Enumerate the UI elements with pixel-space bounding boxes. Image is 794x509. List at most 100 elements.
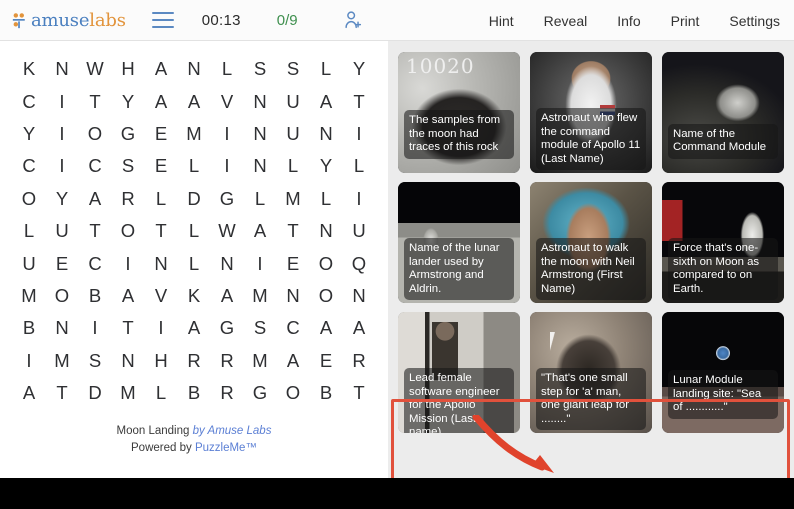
grid-cell-r9-c3[interactable]: N bbox=[112, 345, 145, 377]
grid-cell-r1-c1[interactable]: I bbox=[46, 85, 79, 117]
grid-cell-r7-c4[interactable]: V bbox=[145, 280, 178, 312]
menu-item-hint[interactable]: Hint bbox=[489, 13, 514, 29]
grid-cell-r5-c3[interactable]: O bbox=[112, 215, 145, 247]
grid-cell-r7-c1[interactable]: O bbox=[46, 280, 79, 312]
grid-cell-r9-c6[interactable]: R bbox=[211, 345, 244, 377]
grid-cell-r4-c4[interactable]: L bbox=[145, 183, 178, 215]
grid-cell-r2-c0[interactable]: Y bbox=[13, 118, 46, 150]
grid-cell-r1-c0[interactable]: C bbox=[13, 85, 46, 117]
grid-cell-r7-c9[interactable]: O bbox=[310, 280, 343, 312]
grid-cell-r5-c5[interactable]: L bbox=[178, 215, 211, 247]
grid-cell-r3-c8[interactable]: L bbox=[277, 150, 310, 182]
grid-cell-r6-c1[interactable]: E bbox=[46, 247, 79, 279]
grid-cell-r6-c0[interactable]: U bbox=[13, 247, 46, 279]
grid-cell-r0-c7[interactable]: S bbox=[244, 53, 277, 85]
grid-cell-r0-c0[interactable]: K bbox=[13, 53, 46, 85]
grid-cell-r6-c3[interactable]: I bbox=[112, 247, 145, 279]
grid-cell-r6-c6[interactable]: N bbox=[211, 247, 244, 279]
grid-cell-r2-c5[interactable]: M bbox=[178, 118, 211, 150]
grid-cell-r10-c0[interactable]: A bbox=[13, 377, 46, 409]
grid-cell-r9-c10[interactable]: R bbox=[343, 345, 376, 377]
grid-cell-r7-c5[interactable]: K bbox=[178, 280, 211, 312]
grid-cell-r5-c4[interactable]: T bbox=[145, 215, 178, 247]
menu-item-reveal[interactable]: Reveal bbox=[544, 13, 588, 29]
grid-cell-r6-c8[interactable]: E bbox=[277, 247, 310, 279]
grid-cell-r4-c5[interactable]: D bbox=[178, 183, 211, 215]
grid-cell-r8-c0[interactable]: B bbox=[13, 312, 46, 344]
grid-cell-r8-c5[interactable]: A bbox=[178, 312, 211, 344]
grid-cell-r7-c2[interactable]: B bbox=[79, 280, 112, 312]
grid-cell-r5-c9[interactable]: N bbox=[310, 215, 343, 247]
wordsearch-grid[interactable]: KNWHANLSSLYCITYAAVNUATYIOGEMINUNICICSELI… bbox=[13, 53, 376, 409]
clue-card-2[interactable]: Astronaut who flew the command module of… bbox=[530, 52, 652, 173]
grid-cell-r6-c10[interactable]: Q bbox=[343, 247, 376, 279]
grid-cell-r6-c5[interactable]: L bbox=[178, 247, 211, 279]
grid-cell-r4-c1[interactable]: Y bbox=[46, 183, 79, 215]
grid-cell-r0-c9[interactable]: L bbox=[310, 53, 343, 85]
grid-cell-r9-c0[interactable]: I bbox=[13, 345, 46, 377]
grid-cell-r2-c3[interactable]: G bbox=[112, 118, 145, 150]
grid-cell-r4-c2[interactable]: A bbox=[79, 183, 112, 215]
clue-card-7[interactable]: Lead female software engineer for the Ap… bbox=[398, 312, 520, 433]
grid-cell-r4-c6[interactable]: G bbox=[211, 183, 244, 215]
clue-card-5[interactable]: Astronaut to walk the moon with Neil Arm… bbox=[530, 182, 652, 303]
add-person-icon[interactable] bbox=[342, 9, 364, 31]
grid-cell-r0-c1[interactable]: N bbox=[46, 53, 79, 85]
grid-cell-r10-c1[interactable]: T bbox=[46, 377, 79, 409]
grid-cell-r10-c4[interactable]: L bbox=[145, 377, 178, 409]
grid-cell-r3-c7[interactable]: N bbox=[244, 150, 277, 182]
grid-cell-r4-c3[interactable]: R bbox=[112, 183, 145, 215]
clue-card-1[interactable]: The samples from the moon had traces of … bbox=[398, 52, 520, 173]
grid-cell-r1-c4[interactable]: A bbox=[145, 85, 178, 117]
grid-cell-r9-c8[interactable]: A bbox=[277, 345, 310, 377]
grid-cell-r7-c10[interactable]: N bbox=[343, 280, 376, 312]
grid-cell-r6-c2[interactable]: C bbox=[79, 247, 112, 279]
grid-cell-r9-c5[interactable]: R bbox=[178, 345, 211, 377]
grid-cell-r6-c4[interactable]: N bbox=[145, 247, 178, 279]
grid-cell-r8-c3[interactable]: T bbox=[112, 312, 145, 344]
grid-cell-r1-c2[interactable]: T bbox=[79, 85, 112, 117]
grid-cell-r0-c8[interactable]: S bbox=[277, 53, 310, 85]
grid-cell-r8-c2[interactable]: I bbox=[79, 312, 112, 344]
timer-display[interactable]: 00:13 bbox=[202, 12, 241, 29]
grid-cell-r4-c7[interactable]: L bbox=[244, 183, 277, 215]
grid-cell-r5-c0[interactable]: L bbox=[13, 215, 46, 247]
grid-cell-r4-c10[interactable]: I bbox=[343, 183, 376, 215]
grid-cell-r2-c8[interactable]: U bbox=[277, 118, 310, 150]
grid-cell-r10-c7[interactable]: G bbox=[244, 377, 277, 409]
grid-cell-r5-c1[interactable]: U bbox=[46, 215, 79, 247]
grid-cell-r7-c7[interactable]: M bbox=[244, 280, 277, 312]
grid-cell-r8-c4[interactable]: I bbox=[145, 312, 178, 344]
puzzleme-brand[interactable]: PuzzleMe™ bbox=[195, 442, 257, 454]
grid-cell-r9-c7[interactable]: M bbox=[244, 345, 277, 377]
grid-cell-r2-c7[interactable]: N bbox=[244, 118, 277, 150]
grid-cell-r3-c6[interactable]: I bbox=[211, 150, 244, 182]
grid-cell-r9-c2[interactable]: S bbox=[79, 345, 112, 377]
grid-cell-r5-c8[interactable]: T bbox=[277, 215, 310, 247]
grid-cell-r7-c6[interactable]: A bbox=[211, 280, 244, 312]
grid-cell-r4-c9[interactable]: L bbox=[310, 183, 343, 215]
clue-card-9[interactable]: Lunar Module landing site: "Sea of .....… bbox=[662, 312, 784, 433]
grid-cell-r5-c7[interactable]: A bbox=[244, 215, 277, 247]
grid-cell-r10-c9[interactable]: B bbox=[310, 377, 343, 409]
credits-brand[interactable]: Amuse Labs bbox=[208, 425, 272, 437]
grid-cell-r3-c9[interactable]: Y bbox=[310, 150, 343, 182]
grid-cell-r8-c7[interactable]: S bbox=[244, 312, 277, 344]
grid-cell-r10-c10[interactable]: T bbox=[343, 377, 376, 409]
grid-cell-r10-c6[interactable]: R bbox=[211, 377, 244, 409]
grid-cell-r8-c1[interactable]: N bbox=[46, 312, 79, 344]
grid-cell-r10-c3[interactable]: M bbox=[112, 377, 145, 409]
grid-cell-r8-c8[interactable]: C bbox=[277, 312, 310, 344]
grid-cell-r7-c8[interactable]: N bbox=[277, 280, 310, 312]
hamburger-menu-icon[interactable] bbox=[151, 12, 174, 28]
grid-cell-r7-c3[interactable]: A bbox=[112, 280, 145, 312]
grid-cell-r4-c8[interactable]: M bbox=[277, 183, 310, 215]
amuselabs-logo[interactable]: amuselabs bbox=[12, 10, 126, 31]
grid-cell-r1-c10[interactable]: T bbox=[343, 85, 376, 117]
grid-cell-r6-c9[interactable]: O bbox=[310, 247, 343, 279]
grid-cell-r5-c10[interactable]: U bbox=[343, 215, 376, 247]
grid-cell-r8-c6[interactable]: G bbox=[211, 312, 244, 344]
menu-item-print[interactable]: Print bbox=[671, 13, 700, 29]
grid-cell-r5-c2[interactable]: T bbox=[79, 215, 112, 247]
clue-card-6[interactable]: Force that's one-sixth on Moon as compar… bbox=[662, 182, 784, 303]
